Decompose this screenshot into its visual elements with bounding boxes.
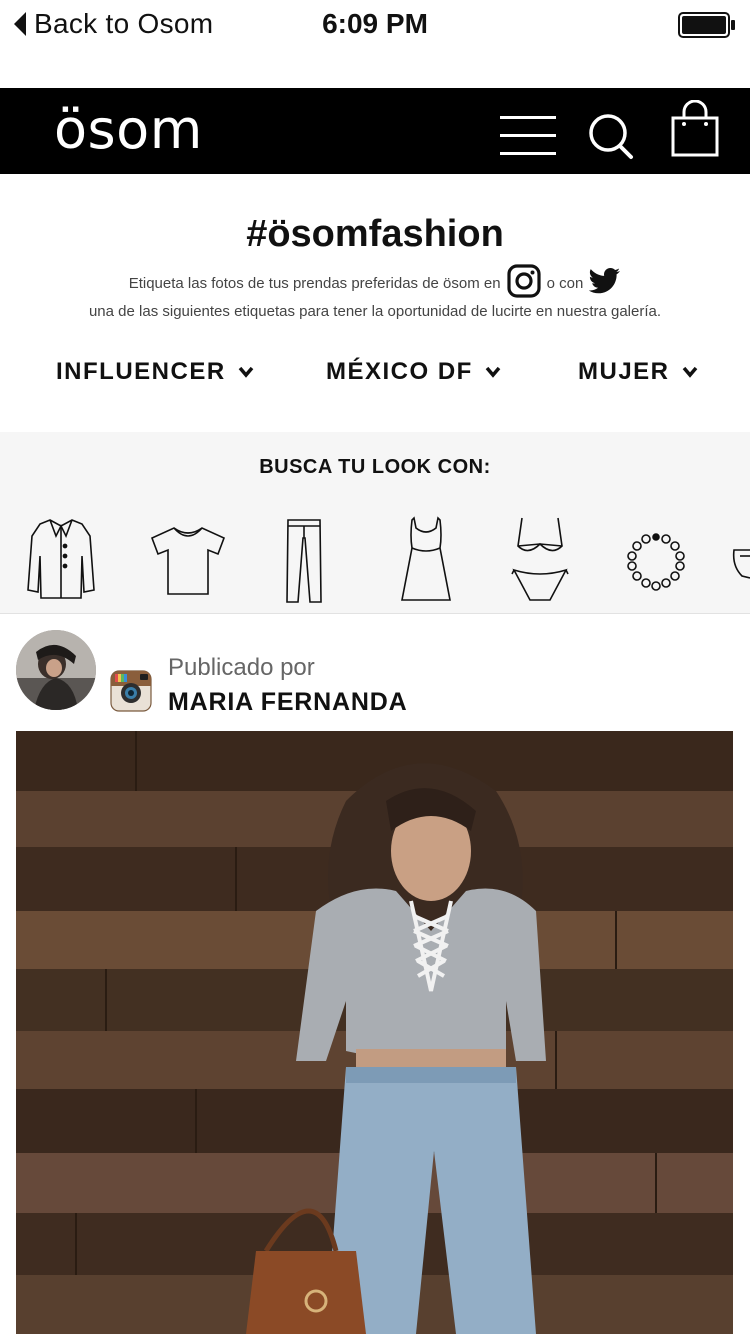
app-header: ösom: [0, 88, 750, 174]
filter-label: MUJER: [578, 358, 670, 385]
author-name-link[interactable]: MARIA FERNANDA: [168, 688, 407, 717]
filter-influencer-dropdown[interactable]: INFLUENCER: [56, 358, 254, 386]
bag-icon[interactable]: [730, 546, 750, 580]
menu-icon[interactable]: [500, 114, 556, 158]
description-line-1: Etiqueta las fotos de tus prendas prefer…: [0, 264, 750, 302]
shopping-bag-icon[interactable]: [670, 100, 720, 158]
status-bar: Back to Osom 6:09 PM: [0, 0, 750, 50]
filter-location-dropdown[interactable]: MÉXICO DF: [326, 358, 501, 386]
filter-gender-dropdown[interactable]: MUJER: [578, 358, 698, 386]
osom-logo[interactable]: ösom: [54, 94, 203, 166]
necklace-icon[interactable]: [626, 532, 686, 594]
look-search-section: BUSCA TU LOOK CON:: [0, 432, 750, 614]
search-icon[interactable]: [588, 112, 634, 160]
post-photo[interactable]: [16, 731, 733, 1334]
pants-icon[interactable]: [284, 516, 324, 604]
twitter-icon[interactable]: [588, 267, 621, 299]
look-title: BUSCA TU LOOK CON:: [259, 456, 491, 478]
chevron-down-icon: [682, 366, 697, 378]
filter-bar: INFLUENCER MÉXICO DF MUJER: [0, 358, 750, 398]
instagram-source-icon: [110, 670, 152, 712]
filter-label: INFLUENCER: [56, 358, 226, 385]
swimsuit-icon[interactable]: [510, 516, 570, 602]
published-by-label: Publicado por: [168, 654, 315, 681]
coat-icon[interactable]: [26, 516, 96, 600]
instagram-icon[interactable]: [506, 264, 541, 302]
post-header: Publicado por MARIA FERNANDA: [0, 614, 750, 732]
clock: 6:09 PM: [322, 8, 428, 39]
chevron-down-icon: [238, 366, 254, 378]
description-line-2: una de las siguientes etiquetas para ten…: [88, 303, 662, 320]
chevron-down-icon: [485, 366, 501, 378]
description-text-a: Etiqueta las fotos de tus prendas prefer…: [128, 274, 501, 292]
filter-label: MÉXICO DF: [326, 358, 473, 385]
description-text-b: o con: [546, 274, 584, 292]
tshirt-icon[interactable]: [150, 524, 226, 596]
battery-icon: [678, 12, 736, 43]
hashtag-title: #ösomfashion: [246, 213, 504, 255]
dress-icon[interactable]: [400, 516, 452, 604]
author-avatar[interactable]: [16, 630, 96, 710]
